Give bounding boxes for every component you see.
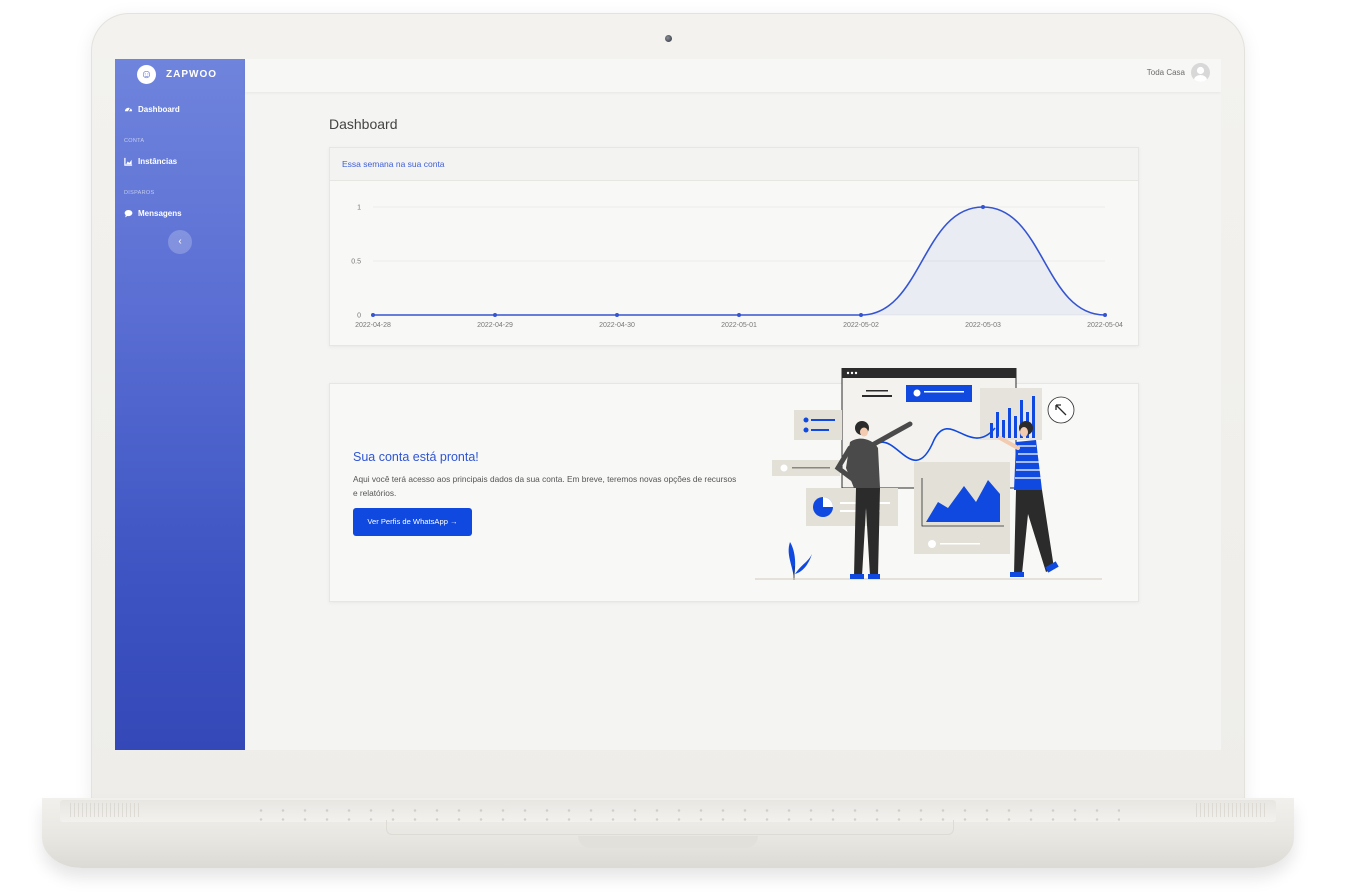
x-tick-label: 2022-04-28	[355, 322, 391, 329]
topbar: Toda Casa	[245, 59, 1221, 92]
speaker-grille-left	[70, 803, 140, 817]
sidebar-item-mensagens[interactable]: Mensagens	[124, 209, 182, 218]
line-chart: 0 0.5 1 2022-04-28 2022-04-29 2022-04-30 2022-…	[351, 205, 1123, 330]
x-tick-label: 2022-05-02	[843, 322, 879, 329]
camera-dot	[665, 35, 672, 42]
weekly-chart-card: Essa semana na sua conta 0 0.5 1 2022-04-28…	[329, 147, 1139, 346]
x-tick-label: 2022-05-04	[1087, 322, 1123, 329]
data-point	[371, 313, 375, 317]
sidebar-item-label: Dashboard	[138, 105, 180, 114]
data-point	[615, 313, 619, 317]
sidebar-item-label: Mensagens	[138, 209, 182, 218]
user-avatar-icon	[1194, 66, 1207, 82]
welcome-card: Sua conta está pronta! Aqui você terá ac…	[329, 368, 1139, 602]
chart-icon	[124, 157, 133, 166]
data-point	[859, 313, 863, 317]
data-point	[1103, 313, 1107, 317]
sidebar-item-label: Instâncias	[138, 157, 178, 166]
welcome-title: Sua conta está pronta!	[353, 450, 479, 464]
trackpad	[386, 820, 954, 835]
avatar[interactable]	[1191, 63, 1210, 82]
data-point	[737, 313, 741, 317]
sidebar-section-label: CONTA	[124, 138, 145, 144]
sidebar: ☺ ZAPWOO Dashboard CONTA Instâncias DISP…	[115, 59, 245, 750]
y-tick-label: 1	[357, 205, 361, 212]
brand[interactable]: ☺ ZAPWOO	[137, 65, 217, 84]
page-title: Dashboard	[329, 116, 398, 132]
x-tick-label: 2022-05-01	[721, 322, 757, 329]
sidebar-section-label: DISPAROS	[124, 190, 155, 196]
y-tick-label: 0	[357, 313, 361, 320]
speaker-grille-right	[1196, 803, 1266, 817]
chat-icon	[124, 209, 133, 218]
speedometer-icon	[124, 107, 133, 112]
view-whatsapp-profiles-button[interactable]: Ver Perfis de WhatsApp →	[353, 508, 472, 536]
dashboard-illustration	[755, 368, 1102, 580]
user-name[interactable]: Toda Casa	[1147, 68, 1185, 77]
screen: ☺ ZAPWOO Dashboard CONTA Instâncias DISP…	[115, 59, 1221, 750]
lid-notch	[578, 836, 758, 848]
x-tick-label: 2022-05-03	[965, 322, 1001, 329]
welcome-text: Aqui você terá acesso aos principais dad…	[353, 474, 737, 498]
y-tick-label: 0.5	[351, 259, 361, 266]
sidebar-item-dashboard[interactable]: Dashboard	[124, 105, 180, 114]
data-point	[493, 313, 497, 317]
data-point	[981, 205, 985, 209]
card-header-title: Essa semana na sua conta	[342, 159, 445, 169]
card-header: Essa semana na sua conta	[330, 148, 1138, 181]
brand-name: ZAPWOO	[166, 69, 217, 80]
x-tick-label: 2022-04-30	[599, 322, 635, 329]
sidebar-collapse-button[interactable]: ‹	[168, 230, 192, 254]
sidebar-item-instancias[interactable]: Instâncias	[124, 157, 177, 166]
brand-logo-icon: ☺	[137, 65, 156, 84]
x-tick-label: 2022-04-29	[477, 322, 513, 329]
